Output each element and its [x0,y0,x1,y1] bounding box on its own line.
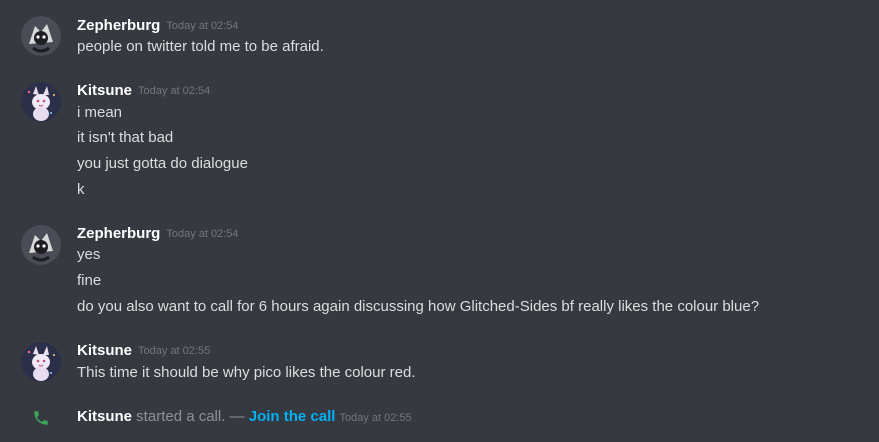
message-header: Zepherburg Today at 02:54 [77,224,239,244]
message-text: yes [77,246,101,263]
message-text: k [77,181,85,198]
call-started-text: started a call. — [132,408,249,425]
join-call-link[interactable]: Join the call [249,408,336,425]
avatar[interactable] [21,82,61,122]
message-header: Kitsune Today at 02:54 [77,81,210,101]
zepherburg-avatar-icon [21,225,61,265]
timestamp: Today at 02:55 [339,412,412,424]
call-started-line: Kitsune started a call. — Join the call T… [77,407,412,427]
timestamp: Today at 02:54 [166,228,239,240]
kitsune-avatar-icon [21,82,61,122]
username[interactable]: Kitsune [77,408,132,425]
username[interactable]: Zepherburg [77,225,160,242]
username[interactable]: Kitsune [77,342,132,359]
message-text: i mean [77,104,123,121]
timestamp: Today at 02:55 [138,345,211,357]
message-text: you just gotta do dialogue [77,155,248,172]
kitsune-avatar-icon [21,342,61,382]
timestamp: Today at 02:54 [138,85,211,97]
message-text: do you also want to call for 6 hours aga… [77,298,760,315]
message-header: Zepherburg Today at 02:54 [77,16,239,36]
avatar[interactable] [21,16,61,56]
message-text: it isn't that bad [77,129,174,146]
avatar[interactable] [21,342,61,382]
message-header: Kitsune Today at 02:55 [77,341,210,361]
message-text: people on twitter told me to be afraid. [77,38,324,55]
timestamp: Today at 02:54 [166,20,239,32]
message-text: This time it should be why pico likes th… [77,364,416,381]
avatar[interactable] [21,225,61,265]
message-text: fine [77,272,102,289]
username[interactable]: Zepherburg [77,17,160,34]
zepherburg-avatar-icon [21,16,61,56]
phone-icon [32,409,50,427]
username[interactable]: Kitsune [77,82,132,99]
